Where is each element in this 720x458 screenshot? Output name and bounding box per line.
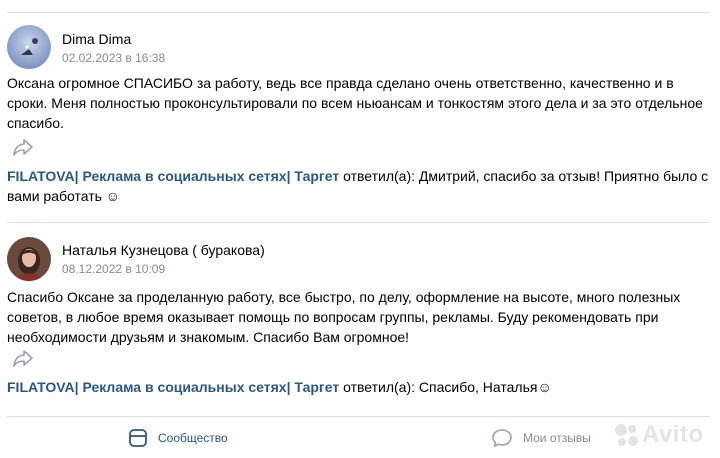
- reply-group-link[interactable]: FILATOVA| Реклама в социальных сетях| Та…: [7, 168, 339, 184]
- top-divider: [7, 12, 710, 13]
- avatar[interactable]: [7, 25, 51, 69]
- review-text: Спасибо Оксане за проделанную работу, вс…: [7, 289, 681, 345]
- tab-community-label: Сообщество: [158, 431, 228, 445]
- reply-text: ответил(а): Спасибо, Наталья☺: [339, 379, 552, 395]
- review-author[interactable]: Dima Dima: [62, 31, 131, 47]
- review-divider: [7, 222, 710, 223]
- owner-reply: FILATOVA| Реклама в социальных сетях| Та…: [7, 377, 712, 397]
- owner-reply: FILATOVA| Реклама в социальных сетях| Та…: [7, 166, 712, 206]
- share-icon: [13, 139, 33, 156]
- avatar[interactable]: [7, 237, 51, 281]
- review-text: Оксана огромное СПАСИБО за работу, ведь …: [7, 75, 703, 131]
- tab-my-reviews[interactable]: Мои отзывы: [491, 418, 591, 458]
- avito-watermark: Avito: [612, 418, 704, 452]
- share-button[interactable]: [11, 348, 35, 368]
- review-author[interactable]: Наталья Кузнецова ( буракова): [62, 242, 265, 258]
- watermark-text: Avito: [642, 421, 704, 448]
- tab-community[interactable]: Сообщество: [128, 418, 228, 458]
- share-icon: [13, 350, 33, 367]
- community-icon: [129, 429, 147, 447]
- bottom-divider: [7, 416, 710, 417]
- review-date: 02.02.2023 в 16:38: [62, 51, 166, 65]
- reply-group-link[interactable]: FILATOVA| Реклама в социальных сетях| Та…: [7, 379, 339, 395]
- avito-logo-icon: [615, 424, 638, 446]
- tab-my-reviews-label: Мои отзывы: [523, 431, 591, 445]
- comment-icon: [492, 429, 512, 447]
- share-button[interactable]: [11, 137, 35, 157]
- review-date: 08.12.2022 в 10:09: [62, 262, 166, 276]
